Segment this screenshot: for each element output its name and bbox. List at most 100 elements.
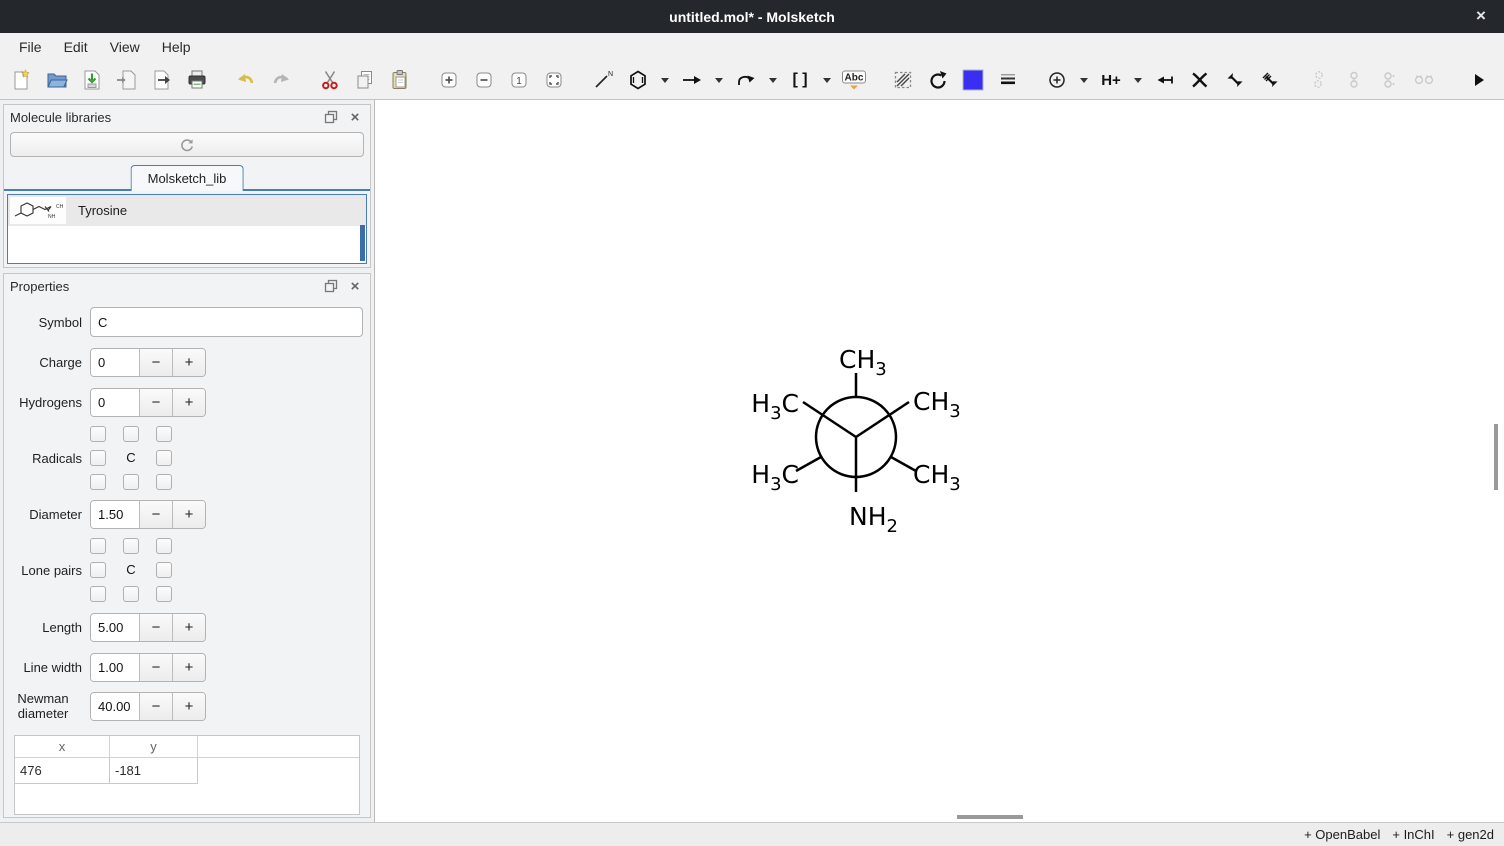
ring-tool-dropdown[interactable] bbox=[657, 64, 673, 96]
menu-file[interactable]: File bbox=[8, 36, 53, 58]
lone-pair-checkbox[interactable] bbox=[156, 586, 172, 602]
line-width-decrease-button[interactable]: − bbox=[139, 654, 172, 681]
float-panel-button[interactable] bbox=[322, 109, 340, 125]
redo-button[interactable] bbox=[265, 64, 297, 96]
export-button[interactable] bbox=[146, 64, 178, 96]
zoom-tool-group: 1 bbox=[433, 64, 573, 96]
diameter-value[interactable]: 1.50 bbox=[91, 501, 139, 528]
import-button[interactable] bbox=[111, 64, 143, 96]
flip-bond-button[interactable] bbox=[1219, 64, 1251, 96]
draw-bond-button[interactable]: N bbox=[587, 64, 619, 96]
float-panel-button[interactable] bbox=[322, 278, 340, 294]
hydrogen-tool-button[interactable]: H+ bbox=[1095, 64, 1127, 96]
hydrogens-value[interactable]: 0 bbox=[91, 389, 139, 416]
color-swatch-icon bbox=[961, 68, 985, 92]
charge-tool-dropdown[interactable] bbox=[1076, 64, 1092, 96]
zoom-fit-button[interactable] bbox=[538, 64, 570, 96]
length-increase-button[interactable]: + bbox=[172, 614, 205, 641]
canvas-vertical-scrollbar[interactable] bbox=[1494, 424, 1498, 490]
close-panel-button[interactable]: × bbox=[346, 278, 364, 294]
charge-tool-button[interactable] bbox=[1041, 64, 1073, 96]
radical-checkbox[interactable] bbox=[90, 450, 106, 466]
selection-tool-button[interactable] bbox=[887, 64, 919, 96]
print-button[interactable] bbox=[181, 64, 213, 96]
zoom-original-button[interactable]: 1 bbox=[503, 64, 535, 96]
lone-pair-checkbox[interactable] bbox=[90, 538, 106, 554]
reaction-arrow-dropdown[interactable] bbox=[711, 64, 727, 96]
hydrogens-decrease-button[interactable]: − bbox=[139, 389, 172, 416]
rotate-tool-button[interactable] bbox=[922, 64, 954, 96]
menu-help[interactable]: Help bbox=[151, 36, 202, 58]
radical-checkbox[interactable] bbox=[123, 426, 139, 442]
coordinate-x-cell[interactable]: 476 bbox=[15, 758, 110, 784]
column-header-y[interactable]: y bbox=[110, 736, 198, 757]
diameter-decrease-button[interactable]: − bbox=[139, 501, 172, 528]
mechanism-arrow-button[interactable] bbox=[730, 64, 762, 96]
lone-pair-checkbox[interactable] bbox=[123, 538, 139, 554]
lone-pair-tool-button[interactable] bbox=[1149, 64, 1181, 96]
tab-molsketch-lib[interactable]: Molsketch_lib bbox=[131, 165, 244, 191]
radical-checkbox[interactable] bbox=[156, 426, 172, 442]
charge-increase-button[interactable]: + bbox=[172, 349, 205, 376]
mechanism-arrow-dropdown[interactable] bbox=[765, 64, 781, 96]
hydrogens-increase-button[interactable]: + bbox=[172, 389, 205, 416]
menu-view[interactable]: View bbox=[99, 36, 151, 58]
zoom-in-button[interactable] bbox=[433, 64, 465, 96]
cut-button[interactable] bbox=[314, 64, 346, 96]
window-close-button[interactable]: × bbox=[1468, 4, 1494, 28]
reaction-arrow-button[interactable] bbox=[676, 64, 708, 96]
copy-button[interactable] bbox=[349, 64, 381, 96]
bracket-tool-button[interactable]: [ ] bbox=[784, 64, 816, 96]
newman-diameter-value[interactable]: 40.00 bbox=[91, 693, 139, 720]
lone-pair-checkbox[interactable] bbox=[156, 562, 172, 578]
toolbar-extension-button[interactable] bbox=[1463, 64, 1495, 96]
newman-projection-molecule[interactable]: CH3 H3C CH3 H3C CH3 NH2 bbox=[735, 340, 995, 550]
paste-button[interactable] bbox=[384, 64, 416, 96]
lone-pair-checkbox[interactable] bbox=[90, 586, 106, 602]
length-value[interactable]: 5.00 bbox=[91, 614, 139, 641]
color-picker-button[interactable] bbox=[957, 64, 989, 96]
canvas-horizontal-scrollbar[interactable] bbox=[957, 815, 1023, 819]
line-width-increase-button[interactable]: + bbox=[172, 654, 205, 681]
radical-checkbox[interactable] bbox=[123, 474, 139, 490]
line-width-value[interactable]: 1.00 bbox=[91, 654, 139, 681]
refresh-libraries-button[interactable] bbox=[10, 132, 364, 157]
draw-tool-group: N [ ] Abc bbox=[587, 64, 873, 96]
hydrogen-tool-dropdown[interactable] bbox=[1130, 64, 1146, 96]
bracket-tool-dropdown[interactable] bbox=[819, 64, 835, 96]
flip-stereo-bonds-button[interactable] bbox=[1254, 64, 1286, 96]
coordinate-y-cell[interactable]: -181 bbox=[110, 758, 198, 784]
list-item-tyrosine[interactable]: CHNH Tyrosine bbox=[8, 195, 366, 226]
zoom-out-button[interactable] bbox=[468, 64, 500, 96]
line-width-button[interactable] bbox=[992, 64, 1024, 96]
save-button[interactable] bbox=[76, 64, 108, 96]
column-header-x[interactable]: x bbox=[15, 736, 110, 757]
window-title: untitled.mol* - Molsketch bbox=[669, 9, 835, 25]
charge-decrease-button[interactable]: − bbox=[139, 349, 172, 376]
lone-pair-checkbox[interactable] bbox=[156, 538, 172, 554]
symbol-input[interactable] bbox=[90, 307, 363, 337]
diameter-increase-button[interactable]: + bbox=[172, 501, 205, 528]
library-list-scrollbar[interactable] bbox=[360, 225, 365, 261]
lone-pair-checkbox[interactable] bbox=[123, 586, 139, 602]
radical-checkbox[interactable] bbox=[90, 426, 106, 442]
radical-checkbox[interactable] bbox=[156, 474, 172, 490]
disabled-tool-1-button bbox=[1303, 64, 1335, 96]
ring-tool-button[interactable] bbox=[622, 64, 654, 96]
text-tool-button[interactable]: Abc bbox=[838, 64, 870, 96]
new-file-button[interactable] bbox=[6, 64, 38, 96]
open-button[interactable] bbox=[41, 64, 73, 96]
drawing-canvas[interactable]: CH3 H3C CH3 H3C CH3 NH2 bbox=[375, 100, 1504, 822]
lone-pair-checkbox[interactable] bbox=[90, 562, 106, 578]
menu-edit[interactable]: Edit bbox=[53, 36, 99, 58]
charge-value[interactable]: 0 bbox=[91, 349, 139, 376]
radical-checkbox[interactable] bbox=[156, 450, 172, 466]
delete-tool-button[interactable] bbox=[1184, 64, 1216, 96]
undo-button[interactable] bbox=[230, 64, 262, 96]
charge-spinner: 0 − + bbox=[90, 348, 206, 377]
newman-diameter-decrease-button[interactable]: − bbox=[139, 693, 172, 720]
length-decrease-button[interactable]: − bbox=[139, 614, 172, 641]
radical-checkbox[interactable] bbox=[90, 474, 106, 490]
close-panel-button[interactable]: × bbox=[346, 109, 364, 125]
newman-diameter-increase-button[interactable]: + bbox=[172, 693, 205, 720]
